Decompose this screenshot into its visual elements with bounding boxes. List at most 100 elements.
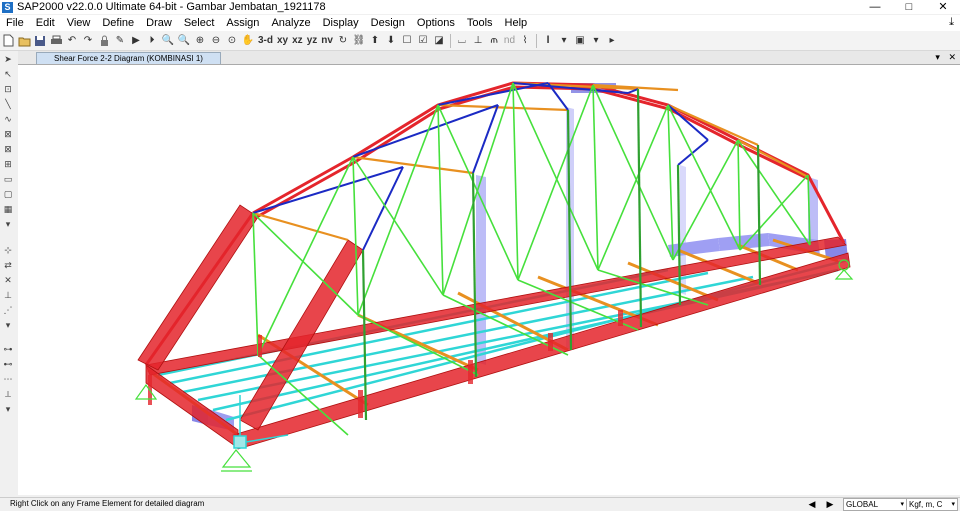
view-yz-button[interactable]: yz <box>305 35 320 46</box>
menu-design[interactable]: Design <box>365 15 411 31</box>
draw-frame-line-icon[interactable]: ╲ <box>1 97 15 111</box>
pan-hand-icon[interactable]: ✋ <box>241 33 256 48</box>
download-icon[interactable]: ⤓ <box>949 16 954 29</box>
main-toolbar: ↶ ↷ ✎ ▶ ⏵ 🔍 🔍 ⊕ ⊖ ⊙ ✋ 3-d xy xz yz nv ↻ … <box>0 31 960 51</box>
restraint-icon[interactable]: ⌴ <box>454 33 469 48</box>
select-previous-icon[interactable]: ⇄ <box>1 258 15 272</box>
draw-brace-icon[interactable]: ⊠ <box>1 142 15 156</box>
menu-select[interactable]: Select <box>178 15 221 31</box>
menu-define[interactable]: Define <box>96 15 140 31</box>
zoom-full-icon[interactable]: ⊙ <box>225 33 240 48</box>
section-i-icon[interactable]: 𝐈 <box>541 33 556 48</box>
model-canvas[interactable] <box>18 64 960 495</box>
redo-icon[interactable]: ↷ <box>81 33 96 48</box>
frame-forces-icon[interactable]: ⫙ <box>486 33 501 48</box>
maximize-button[interactable]: □ <box>892 0 926 14</box>
menu-help[interactable]: Help <box>499 15 534 31</box>
coordinate-system-value: GLOBAL <box>846 500 879 509</box>
node-display-button[interactable]: nd <box>502 35 517 46</box>
menu-edit[interactable]: Edit <box>30 15 61 31</box>
display-options-icon[interactable]: ☑ <box>415 33 430 48</box>
menu-view[interactable]: View <box>61 15 97 31</box>
save-icon[interactable] <box>33 33 48 48</box>
area-dropdown-icon[interactable]: ▾ <box>589 33 604 48</box>
reshape-icon[interactable]: ↖ <box>1 67 15 81</box>
snap-points-icon[interactable]: ⊶ <box>1 342 15 356</box>
move-up-icon[interactable]: ⬆ <box>367 33 382 48</box>
run-analysis-icon[interactable]: ▶ <box>129 33 144 48</box>
draw-area-icon[interactable]: ⊞ <box>1 157 15 171</box>
pointer-icon[interactable]: ➤ <box>1 52 15 66</box>
more-tools-icon[interactable]: ▸ <box>605 33 620 48</box>
title-bar: S SAP2000 v22.0.0 Ultimate 64-bit - Gamb… <box>0 0 960 14</box>
new-model-icon[interactable] <box>1 33 16 48</box>
menu-display[interactable]: Display <box>317 15 365 31</box>
snap-intersections-icon[interactable]: ⋯ <box>1 372 15 386</box>
view-nv-button[interactable]: nv <box>319 35 335 46</box>
quick-draw-area-icon[interactable]: ▢ <box>1 187 15 201</box>
draw-solid-icon[interactable]: ▦ <box>1 202 15 216</box>
view-xz-button[interactable]: xz <box>290 35 305 46</box>
lock-icon[interactable] <box>97 33 112 48</box>
tab-dropdown-icon[interactable]: ▾ <box>935 52 940 62</box>
menu-assign[interactable]: Assign <box>220 15 265 31</box>
open-file-icon[interactable] <box>17 33 32 48</box>
run-now-icon[interactable]: ⏵ <box>145 33 160 48</box>
coord-dropdown-icon: ▾ <box>900 501 904 508</box>
next-arrow-icon[interactable]: ▶ <box>821 498 839 510</box>
toolbar-divider <box>449 33 451 48</box>
view-xy-button[interactable]: xy <box>275 35 290 46</box>
snap-perpendicular-icon[interactable]: ⟂ <box>1 387 15 401</box>
replicate-icon[interactable]: ⋰ <box>1 303 15 317</box>
menu-tools[interactable]: Tools <box>461 15 499 31</box>
draw-frame-icon[interactable]: ◪ <box>431 33 446 48</box>
close-window-button[interactable]: ✕ <box>926 0 960 14</box>
select-all-icon[interactable]: ⊹ <box>1 243 15 257</box>
units-select[interactable]: Kgf, m, C ▾ <box>906 498 958 511</box>
undo-icon[interactable]: ↶ <box>65 33 80 48</box>
zoom-in-icon[interactable]: ⊕ <box>193 33 208 48</box>
joint-icon[interactable]: ⊥ <box>470 33 485 48</box>
pencil-icon[interactable]: ✎ <box>113 33 128 48</box>
menu-file[interactable]: File <box>0 15 30 31</box>
move-down-icon[interactable]: ⬇ <box>383 33 398 48</box>
intersecting-line-icon[interactable]: ⊥ <box>1 288 15 302</box>
minimize-button[interactable]: — <box>858 0 892 14</box>
clear-selection-icon[interactable]: ✕ <box>1 273 15 287</box>
deformed-shape-icon[interactable]: ⌇ <box>518 33 533 48</box>
expand-3-icon[interactable]: ▾ <box>1 402 15 416</box>
sap2000-logo-icon: S <box>2 1 13 13</box>
zoom-rubber-band-icon[interactable]: 🔍 <box>161 33 176 48</box>
units-value: Kgf, m, C <box>909 500 943 509</box>
bridge-truss-diagram[interactable] <box>18 65 960 495</box>
previous-arrow-icon[interactable]: ◀ <box>803 498 821 510</box>
draw-joint-icon[interactable]: ⊡ <box>1 82 15 96</box>
snap-ends-icon[interactable]: ⊷ <box>1 357 15 371</box>
menu-draw[interactable]: Draw <box>140 15 178 31</box>
expand-2-icon[interactable]: ▾ <box>1 318 15 332</box>
status-bar: Right Click on any Frame Element for det… <box>0 497 960 511</box>
window-tab-bar: Shear Force 2-2 Diagram (KOMBINASI 1) ▾ … <box>18 51 960 65</box>
draw-rect-area-icon[interactable]: ▭ <box>1 172 15 186</box>
area-section-icon[interactable]: ▣ <box>573 33 588 48</box>
units-dropdown-icon: ▾ <box>951 501 955 508</box>
perspective-icon[interactable]: ⛓ <box>351 33 366 48</box>
quick-draw-frame-icon[interactable]: ⊠ <box>1 127 15 141</box>
toolbar-divider-2 <box>536 33 538 48</box>
rotate-icon[interactable]: ↻ <box>335 33 350 48</box>
draw-cable-icon[interactable]: ∿ <box>1 112 15 126</box>
window-title: SAP2000 v22.0.0 Ultimate 64-bit - Gambar… <box>17 1 326 13</box>
tab-close-icon[interactable]: ✕ <box>948 52 956 62</box>
view-3d-button[interactable]: 3-d <box>256 35 275 46</box>
menu-options[interactable]: Options <box>411 15 461 31</box>
left-toolbar: ➤ ↖ ⊡ ╲ ∿ ⊠ ⊠ ⊞ ▭ ▢ ▦ ▾ ⊹ ⇄ ✕ ⊥ ⋰ ▾ ⊶ ⊷ … <box>0 51 16 498</box>
expand-icon[interactable]: ▾ <box>1 217 15 231</box>
zoom-out-icon[interactable]: ⊖ <box>209 33 224 48</box>
section-dropdown-icon[interactable]: ▾ <box>557 33 572 48</box>
zoom-restore-icon[interactable]: 🔍 <box>177 33 192 48</box>
object-shrink-icon[interactable]: ☐ <box>399 33 414 48</box>
status-message: Right Click on any Frame Element for det… <box>10 499 205 508</box>
menu-analyze[interactable]: Analyze <box>265 15 316 31</box>
print-icon[interactable] <box>49 33 64 48</box>
coordinate-system-select[interactable]: GLOBAL ▾ <box>843 498 907 511</box>
